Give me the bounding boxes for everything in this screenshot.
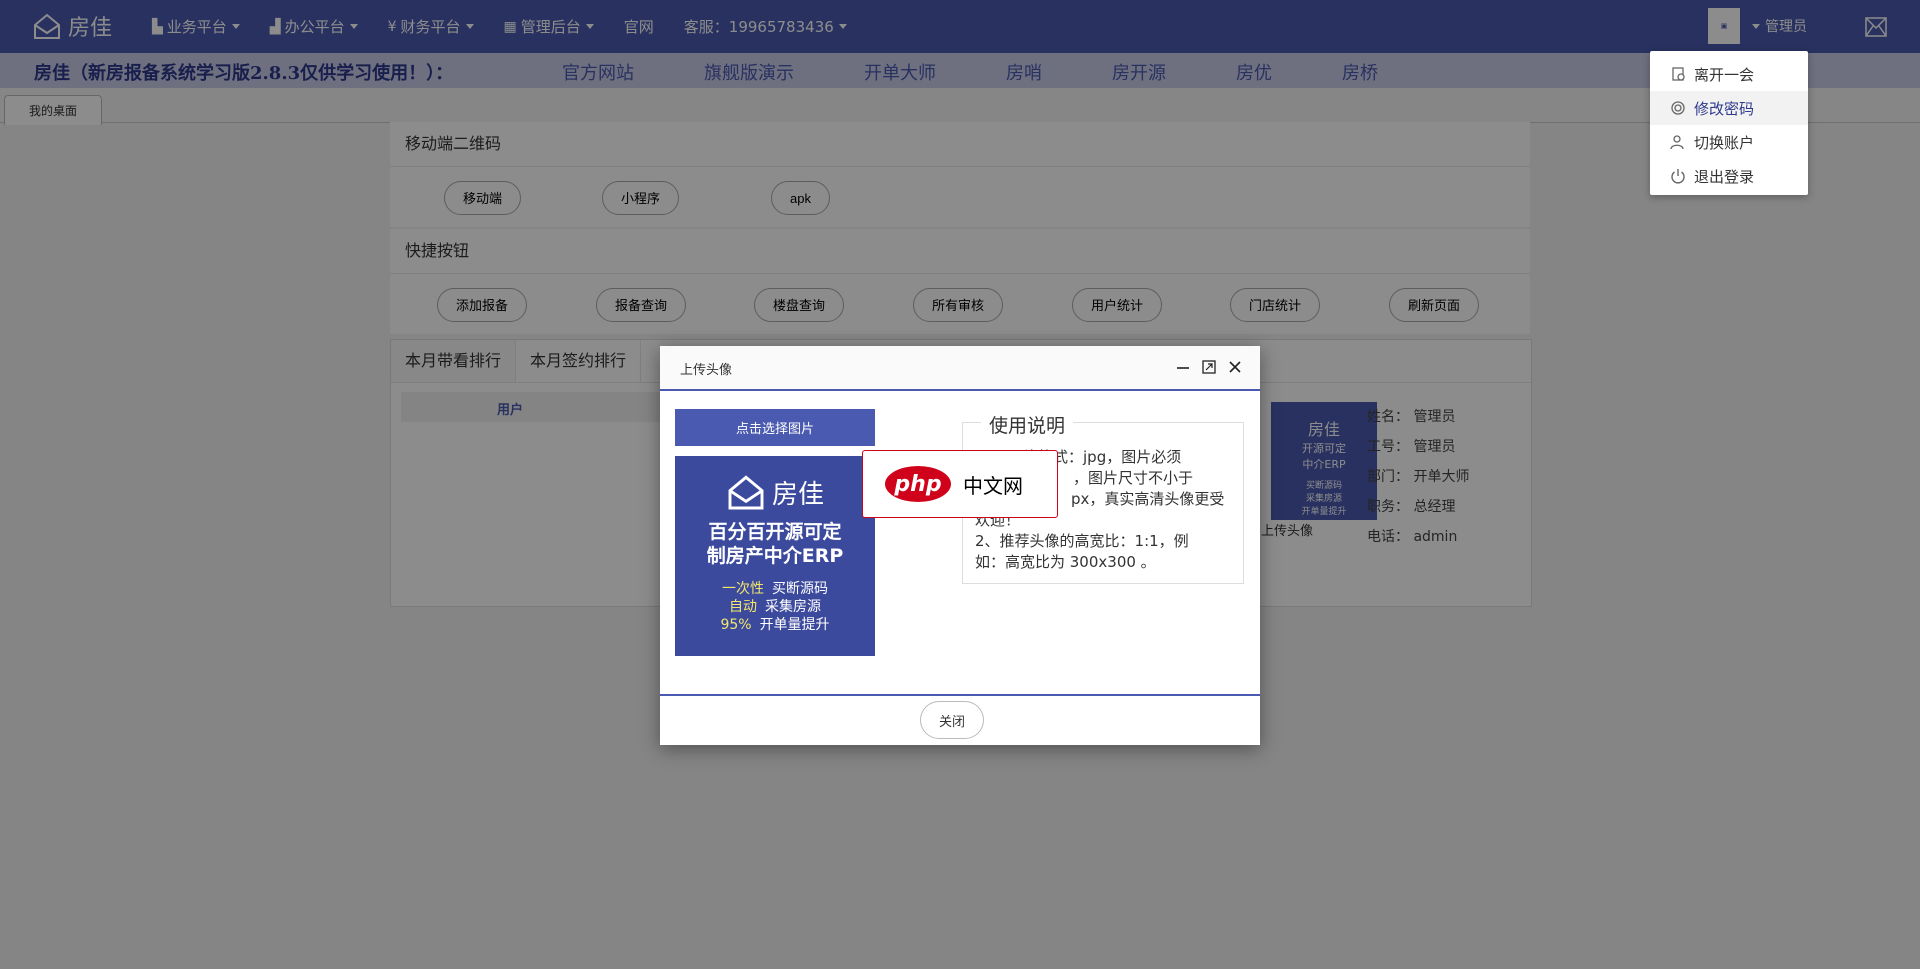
php-watermark: php 中文网 <box>862 450 1058 518</box>
avatar-preview: 房佳 百分百开源可定 制房产中介ERP 一次性 买断源码 自动 采集房源 95% 开单… <box>675 456 875 656</box>
php-logo: php <box>885 466 951 502</box>
key-icon <box>1671 101 1685 115</box>
menu-item-switch-account[interactable]: 切换账户 <box>1650 125 1808 159</box>
close-button[interactable]: 关闭 <box>920 701 984 739</box>
menu-item-leave[interactable]: 离开一会 <box>1650 57 1808 91</box>
select-image-button[interactable]: 点击选择图片 <box>675 409 875 446</box>
menu-item-change-password[interactable]: 修改密码 <box>1650 91 1808 125</box>
menu-item-logout[interactable]: 退出登录 <box>1650 159 1808 193</box>
upload-avatar-dialog: 上传头像 点击选择图片 房佳 百分百开源可定 制房产中介ERP 一次性 买断源码 … <box>660 346 1260 745</box>
house-logo-icon <box>728 475 764 510</box>
dialog-footer: 关闭 <box>660 694 1260 747</box>
user-dropdown-menu: 离开一会 修改密码 切换账户 退出登录 <box>1650 51 1808 195</box>
dialog-header: 上传头像 <box>660 346 1260 391</box>
dialog-title: 上传头像 <box>680 363 733 378</box>
power-icon <box>1671 169 1685 184</box>
maximize-icon[interactable] <box>1202 359 1216 374</box>
leave-icon <box>1672 67 1685 81</box>
switch-user-icon <box>1670 135 1684 150</box>
minimize-icon[interactable] <box>1176 359 1190 373</box>
php-watermark-text: 中文网 <box>963 473 1023 498</box>
instructions-legend: 使用说明 <box>981 411 1074 438</box>
close-icon[interactable] <box>1228 359 1242 373</box>
